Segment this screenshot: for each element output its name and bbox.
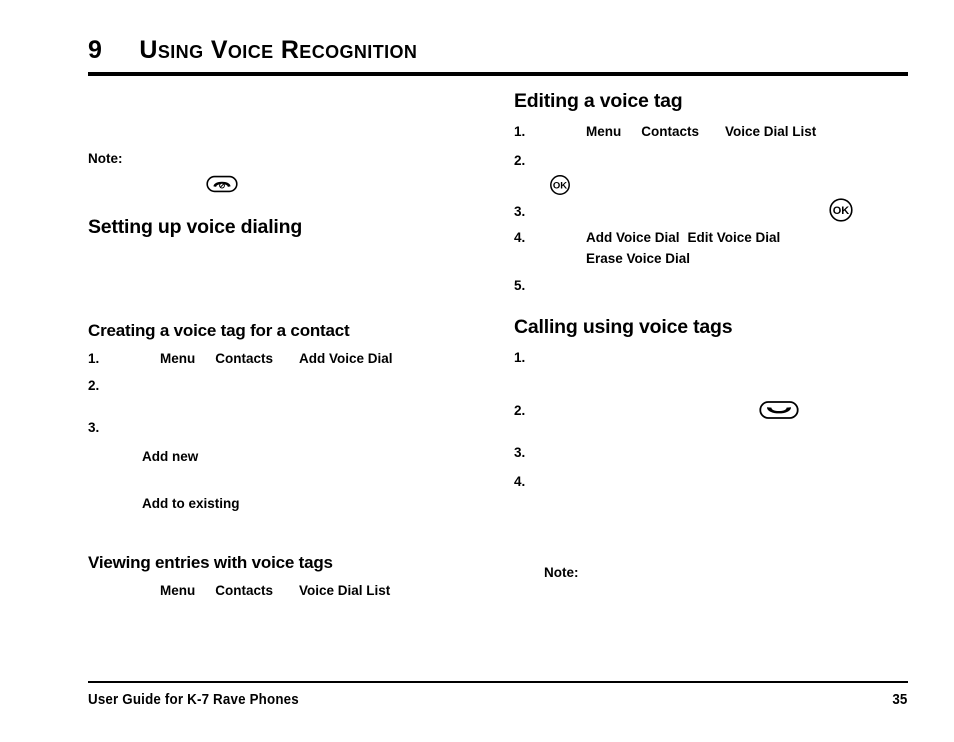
step-number: 4. [514, 473, 526, 489]
step-item: 4. Add Voice Dial Edit Voice Dial [514, 230, 909, 246]
option-label: Add new [142, 448, 199, 464]
step-item: 2. [514, 401, 909, 420]
step-number: 4. [514, 229, 526, 245]
step-number: 2. [88, 378, 100, 394]
send-key-icon [759, 399, 799, 421]
chapter-number: 9 [88, 36, 102, 64]
ok-key-icon: OK [828, 197, 854, 223]
menu-path-term: Contacts [215, 350, 274, 366]
menu-option-continuation: Erase Voice Dial [586, 251, 909, 267]
header-divider-rule [88, 72, 908, 76]
heading-viewing-entries: Viewing entries with voice tags [88, 552, 333, 572]
step-number: 2. [514, 403, 526, 419]
step-number: 3. [88, 420, 100, 436]
step-item: 3. OK [514, 198, 909, 222]
heading-setting-up-voice-dialing: Setting up voice dialing [88, 216, 303, 238]
step-item: 3. [88, 420, 483, 436]
option-add-to-existing: Add to existing [142, 496, 483, 512]
step-number: 1. [514, 124, 526, 140]
step-number: 3. [514, 203, 526, 219]
step-item: 1. [514, 350, 909, 366]
left-column: Note: Setting up voice dialing Creating … [88, 90, 483, 600]
step-item: 3. [514, 445, 909, 461]
ok-key-icon: OK [549, 174, 571, 196]
svg-text:OK: OK [833, 205, 850, 217]
end-call-key-icon [206, 174, 238, 194]
viewing-menu-path: Menu Contacts Voice Dial List [88, 583, 483, 599]
right-column: Editing a voice tag 1. Menu Contacts Voice … [514, 90, 909, 580]
heading-creating-voice-tag: Creating a voice tag for a contact [88, 321, 350, 341]
menu-option-term: Add Voice Dial [586, 229, 680, 245]
footer-divider-rule [88, 681, 908, 683]
menu-path-term: Voice Dial List [299, 583, 391, 599]
menu-path-term: Contacts [641, 124, 700, 140]
step-number: 5. [514, 278, 526, 294]
note-label-right: Note: [544, 564, 579, 580]
heading-editing-voice-tag: Editing a voice tag [514, 90, 683, 112]
step-item: 2. [514, 153, 909, 169]
menu-path-term: Contacts [215, 583, 274, 599]
step-item: 2. [88, 378, 483, 394]
footer-page-number: 35 [892, 692, 908, 708]
step-number: 1. [514, 349, 526, 365]
heading-calling-using-voice-tags: Calling using voice tags [514, 315, 733, 338]
option-add-new: Add new [142, 449, 483, 465]
end-call-icon-row [206, 174, 483, 194]
svg-text:OK: OK [553, 180, 567, 191]
menu-path-term: Menu [160, 350, 196, 366]
menu-option-term: Edit Voice Dial [687, 229, 781, 245]
step-item: 4. [514, 474, 909, 490]
menu-path-term: Menu [160, 583, 196, 599]
menu-option-term: Erase Voice Dial [586, 251, 691, 267]
step-number: 3. [514, 445, 526, 461]
page-footer: User Guide for K-7 Rave Phones 35 [88, 689, 908, 711]
menu-path-term: Add Voice Dial [299, 350, 393, 366]
note-label-left: Note: [88, 151, 123, 166]
menu-path-term: Voice Dial List [725, 124, 817, 140]
document-page: 9 Using Voice Recognition Note: Setting … [0, 0, 954, 742]
step-item: 1. Menu Contacts Voice Dial List [514, 124, 909, 140]
footer-document-title: User Guide for K-7 Rave Phones [88, 692, 299, 708]
menu-path-term: Menu [586, 124, 622, 140]
option-label: Add to existing [142, 495, 240, 511]
step-number: 2. [514, 152, 526, 168]
step-number: 1. [88, 350, 100, 366]
step-item: 5. [514, 278, 909, 294]
chapter-title: Using Voice Recognition [139, 36, 418, 64]
ok-icon-row: OK [549, 174, 909, 196]
step-item: 1. Menu Contacts Add Voice Dial [88, 351, 483, 367]
chapter-header: 9 Using Voice Recognition [88, 36, 908, 72]
